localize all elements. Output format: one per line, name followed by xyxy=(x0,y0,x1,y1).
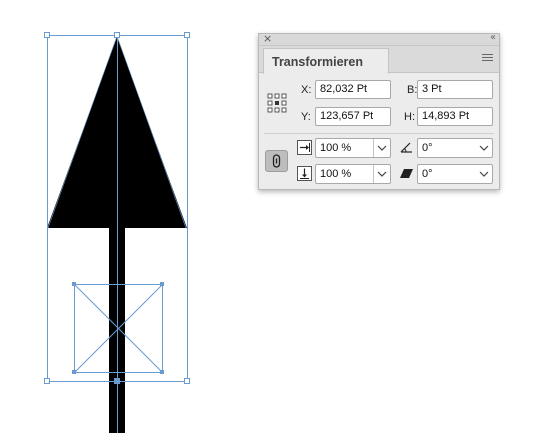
width-field[interactable]: 3 Pt xyxy=(417,80,493,99)
panel-title-bar[interactable]: × ‹‹ xyxy=(259,32,499,46)
panel-divider xyxy=(264,133,494,134)
inner-handle-tl[interactable] xyxy=(72,282,76,286)
handle-bottom-center[interactable] xyxy=(114,378,120,384)
inner-handle-br[interactable] xyxy=(160,370,164,374)
rotate-value: 0° xyxy=(422,142,433,154)
close-icon[interactable]: × xyxy=(263,33,272,45)
scale-y-separator xyxy=(373,165,374,183)
scale-y-select[interactable]: 100 % xyxy=(315,164,391,184)
inner-handle-tr[interactable] xyxy=(160,282,164,286)
scale-x-icon xyxy=(297,140,312,155)
scale-y-icon xyxy=(297,166,312,181)
y-position-field[interactable]: 123,657 Pt xyxy=(315,107,391,126)
collapse-icon[interactable]: ‹‹ xyxy=(490,32,496,44)
panel-menu-icon[interactable] xyxy=(482,54,493,63)
handle-top-left[interactable] xyxy=(44,32,50,38)
scale-x-separator xyxy=(373,139,374,157)
scale-x-select[interactable]: 100 % xyxy=(315,138,391,158)
reference-point-icon[interactable] xyxy=(267,93,287,113)
b-label: B: xyxy=(407,84,418,96)
chevron-down-icon[interactable] xyxy=(479,170,489,178)
y-label: Y: xyxy=(301,111,311,123)
chevron-down-icon[interactable] xyxy=(479,144,489,152)
tab-transformieren[interactable]: Transformieren xyxy=(263,48,389,74)
chevron-down-icon[interactable] xyxy=(377,170,387,178)
constrain-proportions-button[interactable] xyxy=(265,150,288,172)
height-field[interactable]: 14,893 Pt xyxy=(417,107,493,126)
handle-bottom-left[interactable] xyxy=(44,378,50,384)
shear-value: 0° xyxy=(422,168,433,180)
link-icon xyxy=(272,154,281,168)
rotate-icon xyxy=(400,142,412,153)
panel-tab-row: Transformieren xyxy=(259,46,499,74)
rotate-select[interactable]: 0° xyxy=(417,138,493,158)
shear-icon xyxy=(400,169,413,178)
transform-panel: × ‹‹ Transformieren X: 82,032 Pt B: 3 Pt… xyxy=(258,32,500,190)
h-label: H: xyxy=(404,111,415,123)
scale-y-value: 100 % xyxy=(320,168,352,180)
handle-bottom-right[interactable] xyxy=(184,378,190,384)
chevron-down-icon[interactable] xyxy=(377,144,387,152)
handle-top-right[interactable] xyxy=(184,32,190,38)
x-position-field[interactable]: 82,032 Pt xyxy=(315,80,391,99)
x-label: X: xyxy=(301,84,312,96)
handle-top-center[interactable] xyxy=(114,32,120,38)
scale-x-value: 100 % xyxy=(320,142,352,154)
shear-select[interactable]: 0° xyxy=(417,164,493,184)
inner-handle-bl[interactable] xyxy=(72,370,76,374)
